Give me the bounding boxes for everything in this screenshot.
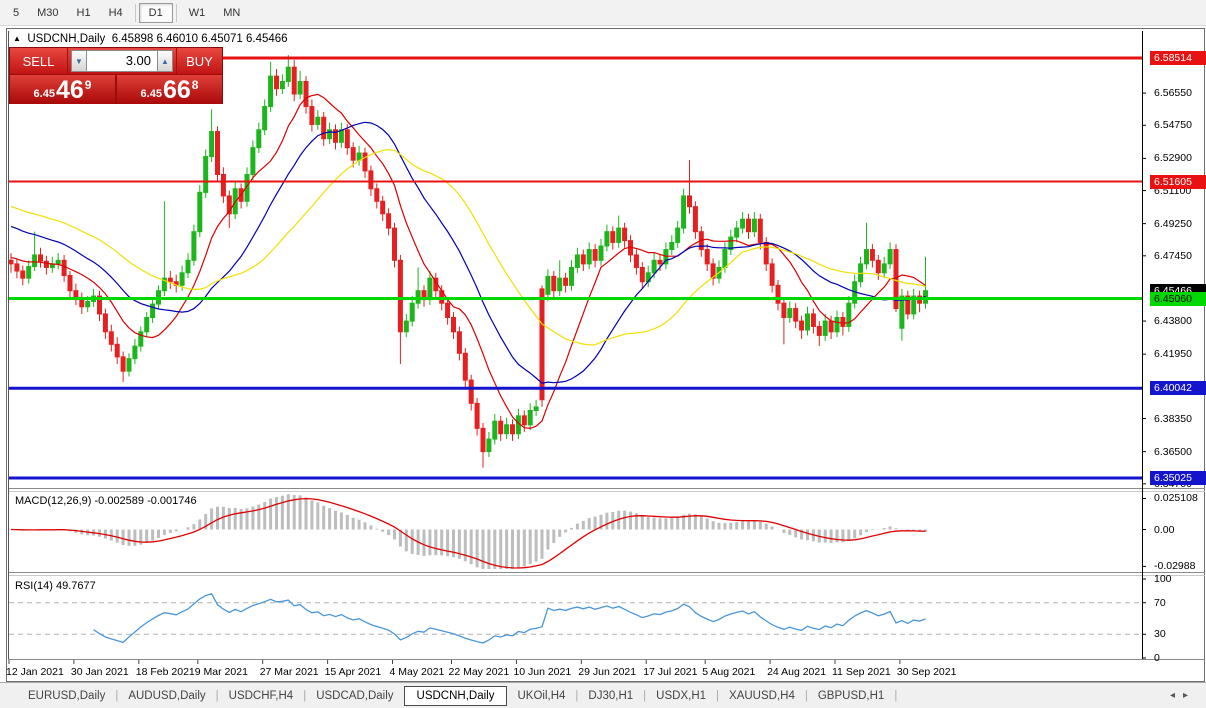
date-label: 9 Mar 2021 [195,666,248,678]
date-label: 29 Jun 2021 [578,666,636,678]
rsi-axis-label: 30 [1154,628,1166,640]
date-label: 5 Aug 2021 [702,666,755,678]
one-click-trade-panel: SELL ▼ 3.00 ▲ BUY 6.45 46 9 6.45 66 8 [9,47,223,104]
price-label: 6.56550 [1154,87,1192,100]
sell-price-prefix: 6.45 [34,88,55,100]
price-tag-6.40042: 6.40042 [1150,381,1206,395]
price-label: 6.47450 [1154,250,1192,263]
date-label: 30 Sep 2021 [897,666,957,678]
chart-canvas[interactable] [1,1,1206,708]
date-label: 30 Jan 2021 [71,666,129,678]
sell-price-main: 46 [56,78,84,103]
sell-price-pip: 9 [85,78,92,92]
date-label: 10 Jun 2021 [513,666,571,678]
macd-axis-label: -0.02988 [1154,560,1195,572]
volume-input[interactable]: 3.00 [87,50,157,72]
rsi-axis-label: 70 [1154,597,1166,609]
chart-symbol-label: USDCNH,Daily [27,33,105,45]
chart-window[interactable]: ▲ USDCNH,Daily 6.45898 6.46010 6.45071 6… [6,28,1205,682]
price-tag-6.35025: 6.35025 [1150,471,1206,485]
date-label: 17 Jul 2021 [643,666,697,678]
buy-price-box[interactable]: 6.45 66 8 [117,75,222,104]
volume-increase-button[interactable]: ▲ [157,50,173,72]
price-label: 6.54750 [1154,119,1192,132]
rsi-axis-label: 0 [1154,652,1160,664]
price-label: 6.36500 [1154,446,1192,459]
date-label: 15 Apr 2021 [325,666,382,678]
date-label: 24 Aug 2021 [767,666,826,678]
rsi-indicator-label: RSI(14) 49.7677 [15,580,96,592]
price-label: 6.38350 [1154,413,1192,426]
chart-ohlc-values: 6.45898 6.46010 6.45071 6.45466 [112,33,288,45]
price-label: 6.41950 [1154,348,1192,361]
date-label: 12 Jan 2021 [6,666,64,678]
price-label: 6.43800 [1154,315,1192,328]
price-tag-6.58514: 6.58514 [1150,51,1206,65]
rsi-axis-label: 100 [1154,573,1172,585]
macd-axis-label: 0.025108 [1154,492,1198,504]
date-label: 11 Sep 2021 [832,666,891,678]
sell-button[interactable]: SELL [10,48,68,74]
buy-price-pip: 8 [192,78,199,92]
buy-button[interactable]: BUY [176,48,222,74]
date-label: 18 Feb 2021 [136,666,195,678]
price-label: 6.49250 [1154,218,1192,231]
sell-price-box[interactable]: 6.45 46 9 [10,75,115,104]
macd-axis-label: 0.00 [1154,524,1174,536]
price-tag-6.51605: 6.51605 [1150,175,1206,189]
volume-decrease-button[interactable]: ▼ [71,50,87,72]
macd-indicator-label: MACD(12,26,9) -0.002589 -0.001746 [15,495,197,507]
chart-collapse-icon[interactable]: ▲ [13,34,21,43]
buy-price-main: 66 [163,78,191,103]
price-label: 6.52900 [1154,152,1192,165]
date-label: 27 Mar 2021 [260,666,319,678]
date-label: 4 May 2021 [390,666,445,678]
date-label: 22 May 2021 [449,666,510,678]
trading-app-window: 5M30H1H4D1W1MN ▲ USDCNH,Daily 6.45898 6.… [0,0,1206,708]
buy-price-prefix: 6.45 [141,88,162,100]
price-tag-6.45060: 6.45060 [1150,292,1206,306]
chart-title: ▲ USDCNH,Daily 6.45898 6.46010 6.45071 6… [13,33,288,45]
